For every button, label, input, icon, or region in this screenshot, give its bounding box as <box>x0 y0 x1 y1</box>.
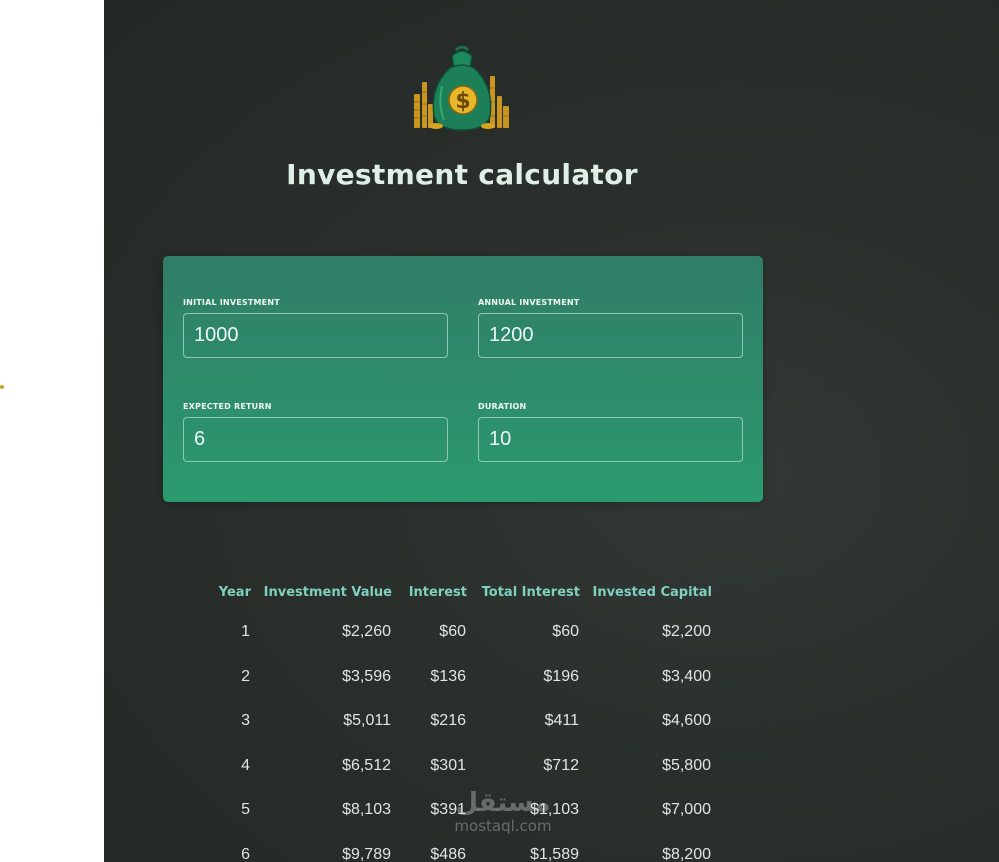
cell-year: 2 <box>241 667 250 685</box>
cell-invested-capital: $4,600 <box>662 712 711 730</box>
expected-return-field: EXPECTED RETURN 6 <box>183 402 448 462</box>
watermark-latin: mostaql.com <box>454 817 552 835</box>
cell-year: 6 <box>241 845 250 862</box>
cell-investment-value: $2,260 <box>342 623 391 641</box>
table-row: 1 $2,260 $60 $60 $2,200 <box>199 610 712 655</box>
header-total-interest: Total Interest <box>481 584 580 600</box>
cell-invested-capital: $3,400 <box>662 667 711 685</box>
duration-field: DURATION 10 <box>478 402 743 462</box>
expected-return-input[interactable]: 6 <box>183 417 448 462</box>
cell-total-interest: $712 <box>543 756 579 774</box>
watermark-arabic: مستقل <box>455 788 551 818</box>
table-row: 6 $9,789 $486 $1,589 $8,200 <box>199 833 712 862</box>
cell-invested-capital: $8,200 <box>662 845 711 862</box>
cell-investment-value: $3,596 <box>342 667 391 685</box>
cell-interest: $60 <box>439 623 466 641</box>
cell-interest: $136 <box>430 667 466 685</box>
initial-investment-input[interactable]: 1000 <box>183 313 448 358</box>
cell-total-interest: $411 <box>544 712 579 730</box>
input-card: INITIAL INVESTMENT 1000 ANNUAL INVESTMEN… <box>163 256 763 502</box>
table-header-row: Year Investment Value Interest Total Int… <box>199 574 712 610</box>
cell-total-interest: $1,589 <box>530 845 579 862</box>
cell-year: 4 <box>241 756 250 774</box>
stray-dot <box>0 385 4 389</box>
annual-investment-field: ANNUAL INVESTMENT 1200 <box>478 298 743 358</box>
annual-investment-label: ANNUAL INVESTMENT <box>478 298 580 307</box>
watermark: مستقل mostaql.com <box>438 788 568 834</box>
cell-invested-capital: $7,000 <box>662 801 711 819</box>
table-row: 4 $6,512 $301 $712 $5,800 <box>199 744 712 789</box>
duration-input[interactable]: 10 <box>478 417 743 462</box>
table-row: 3 $5,011 $216 $411 $4,600 <box>199 699 712 744</box>
initial-investment-field: INITIAL INVESTMENT 1000 <box>183 298 448 358</box>
cell-interest: $486 <box>430 845 466 862</box>
cell-investment-value: $9,789 <box>342 845 391 862</box>
money-bag-dollar-icon: $ <box>412 45 512 132</box>
cell-investment-value: $6,512 <box>342 756 391 774</box>
initial-investment-label: INITIAL INVESTMENT <box>183 298 280 307</box>
expected-return-label: EXPECTED RETURN <box>183 402 272 411</box>
page-title: Investment calculator <box>286 158 638 191</box>
header-interest: Interest <box>408 584 467 600</box>
cell-total-interest: $60 <box>552 623 579 641</box>
cell-total-interest: $196 <box>543 667 579 685</box>
cell-invested-capital: $2,200 <box>662 623 711 641</box>
cell-interest: $216 <box>430 712 466 730</box>
duration-label: DURATION <box>478 402 527 411</box>
cell-interest: $301 <box>430 756 466 774</box>
table-row: 2 $3,596 $136 $196 $3,400 <box>199 655 712 700</box>
cell-investment-value: $8,103 <box>342 801 391 819</box>
cell-invested-capital: $5,800 <box>662 756 711 774</box>
cell-year: 1 <box>241 623 250 641</box>
header-invested-capital: Invested Capital <box>592 584 712 600</box>
svg-text:$: $ <box>455 89 470 114</box>
header-investment-value: Investment Value <box>263 584 392 600</box>
app-container: $ Investment calculator INITIAL INVESTME… <box>104 0 999 862</box>
header-year: Year <box>218 584 251 600</box>
annual-investment-input[interactable]: 1200 <box>478 313 743 358</box>
cell-year: 5 <box>241 801 250 819</box>
cell-investment-value: $5,011 <box>343 712 391 730</box>
cell-year: 3 <box>241 712 250 730</box>
